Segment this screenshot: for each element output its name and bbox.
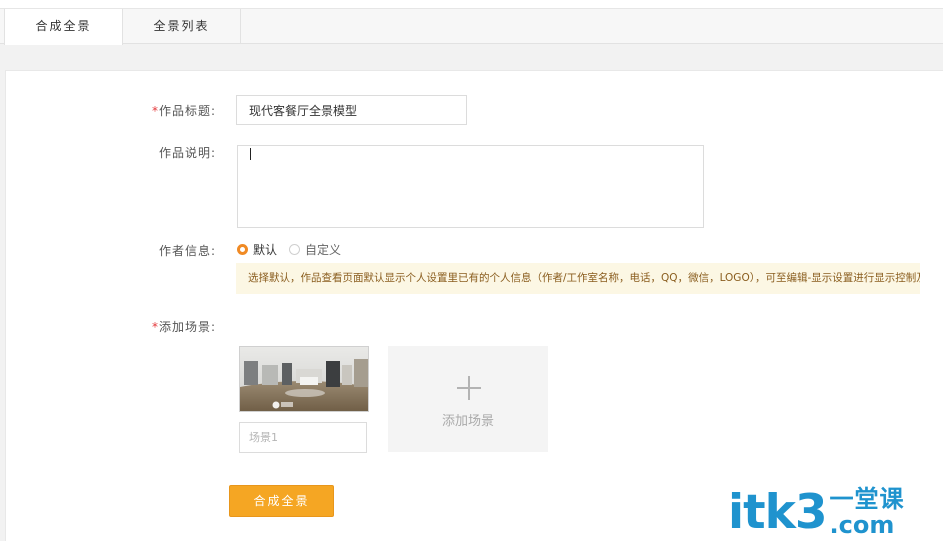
add-scene-button[interactable]: 添加场景 bbox=[388, 346, 548, 452]
watermark-com: .com bbox=[829, 511, 895, 539]
radio-default-label: 默认 bbox=[253, 242, 278, 257]
plus-icon-vertical bbox=[468, 376, 470, 400]
author-label: 作者信息: bbox=[159, 244, 217, 258]
radio-custom[interactable]: 自定义 bbox=[289, 241, 341, 257]
watermark-logo: itk3 一堂课 .com bbox=[728, 486, 905, 538]
radio-default[interactable]: 默认 bbox=[237, 241, 277, 257]
scenes-label: *添加场景: bbox=[152, 318, 216, 335]
required-mark: * bbox=[152, 320, 159, 334]
tab-panorama-list[interactable]: 全景列表 bbox=[123, 9, 241, 44]
compose-panorama-button[interactable]: 合成全景 bbox=[229, 485, 334, 517]
top-strip bbox=[0, 0, 943, 9]
tab-bar: 合成全景 全景列表 bbox=[0, 9, 943, 45]
text-caret bbox=[250, 148, 251, 160]
tab-compose-panorama[interactable]: 合成全景 bbox=[4, 9, 123, 45]
scenes-label-text: 添加场景: bbox=[159, 320, 217, 334]
add-scene-label: 添加场景 bbox=[441, 414, 494, 429]
scene-name-input[interactable] bbox=[239, 422, 367, 453]
panorama-thumbnail-image bbox=[240, 347, 368, 411]
radio-unchecked-icon bbox=[289, 243, 300, 255]
author-notice: 选择默认，作品查看页面默认显示个人设置里已有的个人信息（作者/工作室名称，电话，… bbox=[236, 263, 920, 294]
title-input[interactable] bbox=[236, 95, 467, 125]
watermark-main: itk3 bbox=[728, 484, 828, 540]
radio-checked-icon bbox=[237, 243, 248, 255]
watermark-cn: 一堂课 bbox=[829, 485, 905, 513]
required-mark: * bbox=[152, 104, 159, 118]
radio-custom-label: 自定义 bbox=[305, 242, 342, 257]
description-textarea[interactable] bbox=[237, 145, 704, 228]
description-label: 作品说明: bbox=[159, 146, 217, 160]
scene-thumbnail[interactable] bbox=[239, 346, 369, 412]
title-label-text: 作品标题: bbox=[159, 104, 217, 118]
form-panel bbox=[5, 70, 943, 541]
title-label: *作品标题: bbox=[152, 102, 216, 119]
